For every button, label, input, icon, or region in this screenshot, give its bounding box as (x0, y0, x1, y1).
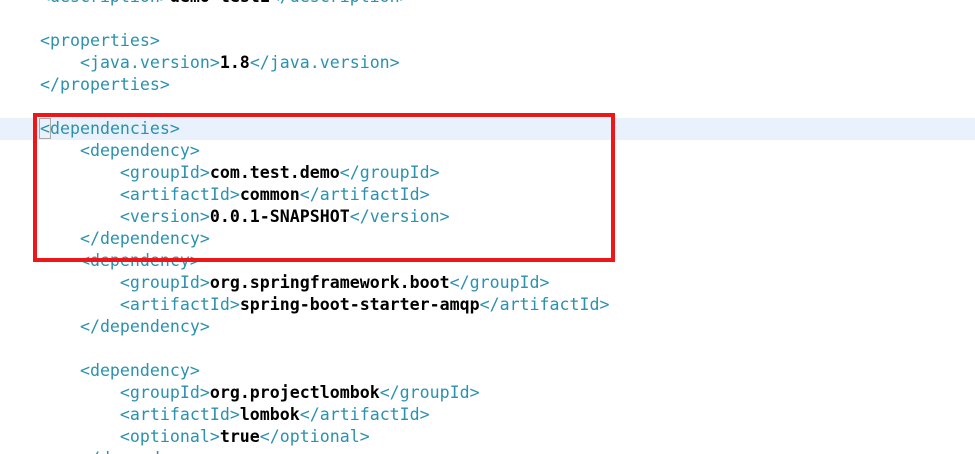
xml-tag: <dependency> (40, 361, 200, 380)
code-line[interactable]: <groupId>org.projectlombok</groupId> (0, 382, 975, 404)
xml-tag: <artifactId> (40, 405, 240, 424)
xml-tag: </groupId> (449, 273, 550, 292)
code-line[interactable] (0, 96, 975, 118)
xml-tag: <groupId> (40, 163, 210, 182)
xml-value: spring-boot-starter-amqp (239, 295, 480, 314)
code-line[interactable]: <java.version>1.8</java.version> (0, 52, 975, 74)
code-line[interactable]: <artifactId>spring-boot-starter-amqp</ar… (0, 294, 975, 316)
code-line[interactable]: </dependency> (0, 316, 975, 338)
xml-value: 0.0.1-SNAPSHOT (209, 207, 350, 226)
code-line[interactable]: <dependency> (0, 140, 975, 162)
xml-value: 1.8 (219, 53, 250, 72)
code-line[interactable]: </properties> (0, 74, 975, 96)
xml-tag: <version> (40, 207, 210, 226)
code-line[interactable] (0, 8, 975, 30)
code-line[interactable]: <properties> (0, 30, 975, 52)
code-line[interactable]: <groupId>org.springframework.boot</group… (0, 272, 975, 294)
xml-tag: </groupId> (339, 163, 440, 182)
xml-tag: <java.version> (40, 53, 220, 72)
xml-tag: dependencies> (50, 119, 180, 138)
xml-tag: </artifactId> (299, 185, 430, 204)
xml-tag: <artifactId> (40, 185, 240, 204)
xml-value: true (219, 427, 260, 446)
xml-tag: </optional> (259, 427, 370, 446)
code-line[interactable]: <dependency> (0, 360, 975, 382)
xml-tag: <description> (40, 0, 170, 6)
xml-tag: <dependency> (40, 141, 200, 160)
xml-tag: </version> (349, 207, 450, 226)
xml-value: lombok (239, 405, 300, 424)
xml-tag: <groupId> (40, 273, 210, 292)
bracket-match-box: < (39, 118, 51, 139)
xml-tag: </properties> (40, 75, 170, 94)
code-line-current[interactable]: <dependencies> (0, 118, 975, 140)
code-line[interactable]: </dependency> (0, 448, 975, 454)
code-line[interactable] (0, 338, 975, 360)
xml-tag: </dependency> (40, 229, 210, 248)
xml-tag: </java.version> (249, 53, 400, 72)
code-line[interactable]: </dependency> (0, 228, 975, 250)
code-line[interactable]: <version>0.0.1-SNAPSHOT</version> (0, 206, 975, 228)
xml-editor: <description>demo-test1</description> <pr… (0, 0, 975, 454)
xml-tag: </description> (270, 0, 410, 6)
xml-tag: <groupId> (40, 383, 210, 402)
code-line[interactable]: <dependency> (0, 250, 975, 272)
xml-tag: <properties> (40, 31, 160, 50)
xml-tag: <artifactId> (40, 295, 240, 314)
code-line[interactable]: <artifactId>common</artifactId> (0, 184, 975, 206)
code-line[interactable]: <optional>true</optional> (0, 426, 975, 448)
xml-tag: <optional> (40, 427, 220, 446)
xml-tag: </dependency> (40, 449, 210, 454)
xml-value: org.springframework.boot (209, 273, 450, 292)
xml-tag: </groupId> (379, 383, 480, 402)
xml-value: org.projectlombok (209, 383, 380, 402)
xml-value: com.test.demo (209, 163, 340, 182)
code-line[interactable]: <groupId>com.test.demo</groupId> (0, 162, 975, 184)
code-line[interactable]: <artifactId>lombok</artifactId> (0, 404, 975, 426)
xml-value: demo-test1 (170, 0, 270, 6)
xml-tag: <dependency> (40, 251, 200, 270)
xml-tag: </dependency> (40, 317, 210, 336)
code-area[interactable]: <description>demo-test1</description> <pr… (0, 0, 975, 454)
xml-tag: </artifactId> (479, 295, 610, 314)
code-line[interactable]: <description>demo-test1</description> (0, 0, 975, 8)
xml-value: common (239, 185, 300, 204)
xml-tag: </artifactId> (299, 405, 430, 424)
